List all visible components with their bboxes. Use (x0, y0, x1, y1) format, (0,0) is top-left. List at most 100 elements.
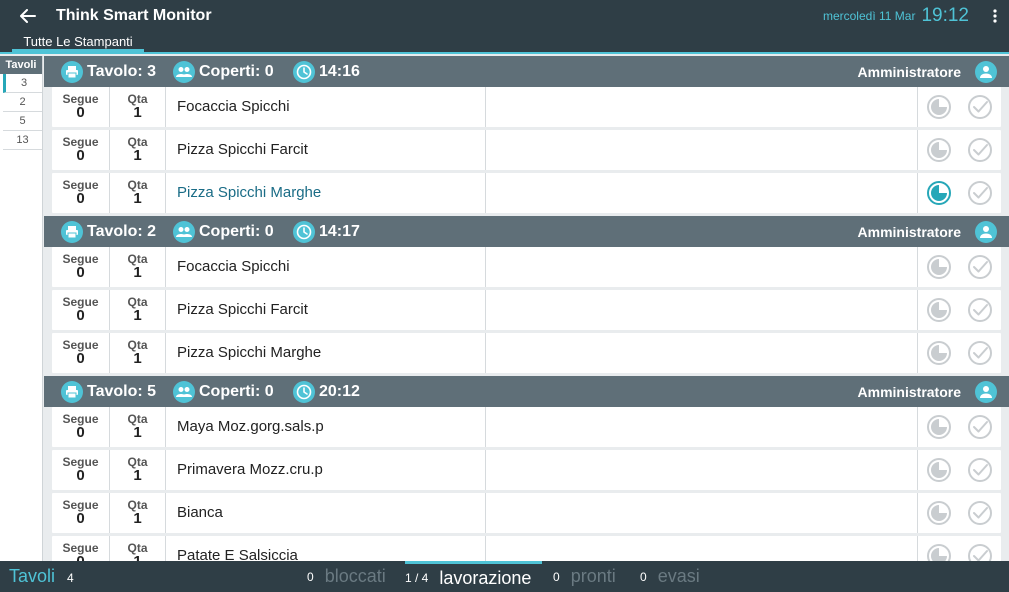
sidebar-item-table[interactable]: 2 (3, 93, 42, 112)
tab-count: 0 (640, 569, 647, 584)
order-header: Tavolo: 5 Coperti: 0 20:12 Amministratore (44, 376, 1009, 407)
order-item[interactable]: Segue 0 Qta 1 Primavera Mozz.cru.p (52, 450, 1001, 490)
person-icon (975, 380, 997, 403)
clock-icon (293, 380, 315, 403)
tab-all-printers[interactable]: Tutte Le Stampanti (12, 34, 144, 52)
covers-info: Coperti: 0 (173, 220, 274, 243)
more-vertical-icon (993, 9, 997, 23)
tab-evasi[interactable]: 0 evasi (640, 561, 700, 592)
item-actions (917, 407, 1001, 447)
order-time: 14:17 (319, 222, 360, 240)
table-label: Tavolo: 2 (87, 222, 157, 240)
qta-column: Qta1 (110, 536, 166, 561)
top-right: mercoledì 11 Mar 19:12 (823, 0, 1009, 32)
item-name: Primavera Mozz.cru.p (166, 450, 486, 490)
covers-info: Coperti: 0 (173, 60, 274, 83)
clock-progress-icon[interactable] (925, 93, 953, 121)
segue-value: 0 (76, 147, 85, 164)
check-circle-icon[interactable] (966, 456, 994, 484)
tab-label: evasi (657, 566, 700, 586)
table-info: Tavolo: 2 (61, 220, 157, 243)
overflow-menu-button[interactable] (981, 0, 1009, 32)
segue-value: 0 (76, 424, 85, 441)
back-button[interactable] (0, 0, 56, 32)
qta-column: Qta1 (110, 247, 166, 287)
printer-icon (61, 220, 83, 243)
order-item[interactable]: Segue 0 Qta 1 Pizza Spicchi Farcit (52, 130, 1001, 170)
tab-pronti[interactable]: 0 pronti (553, 561, 616, 592)
segue-value: 0 (76, 554, 84, 562)
order-item[interactable]: Segue0Qta1Patate E Salsiccia (52, 536, 1001, 561)
segue-value: 0 (76, 467, 85, 484)
user-name: Amministratore (857, 63, 961, 80)
order-item[interactable]: Segue 0 Qta 1 Pizza Spicchi Marghe (52, 333, 1001, 373)
sidebar-title: Tavoli (0, 56, 42, 74)
table-info: Tavolo: 5 (61, 380, 157, 403)
order-time: 14:16 (319, 62, 360, 80)
clock-progress-icon[interactable] (925, 413, 953, 441)
item-name: Pizza Spicchi Farcit (166, 290, 486, 330)
check-circle-icon[interactable] (966, 296, 994, 324)
check-circle-icon[interactable] (966, 136, 994, 164)
app-title: Think Smart Monitor (56, 7, 212, 24)
item-actions (917, 130, 1001, 170)
qta-value: 1 (133, 104, 142, 121)
segue-column: Segue0 (52, 333, 110, 373)
clock-progress-icon[interactable] (925, 339, 953, 367)
item-name: Pizza Spicchi Marghe (166, 173, 486, 213)
bottom-tables-button[interactable]: Tavoli (9, 566, 55, 587)
qta-column: Qta1 (110, 333, 166, 373)
user-info: Amministratore (857, 60, 997, 83)
sidebar-item-table[interactable]: 13 (3, 131, 42, 150)
current-time: 19:12 (921, 5, 969, 26)
order-item[interactable]: Segue 0 Qta 1 Pizza Spicchi Farcit (52, 290, 1001, 330)
time-info: 14:17 (293, 220, 360, 243)
order-time: 20:12 (319, 382, 360, 400)
segue-column: Segue0 (52, 450, 110, 490)
current-date: mercoledì 11 Mar (822, 9, 916, 23)
segue-value: 0 (76, 104, 85, 121)
clock-progress-icon[interactable] (925, 499, 953, 527)
clock-progress-icon[interactable] (925, 296, 953, 324)
check-circle-icon[interactable] (966, 93, 994, 121)
item-actions (917, 247, 1001, 287)
tab-count: 1 / 4 (405, 571, 429, 585)
user-name: Amministratore (857, 223, 961, 240)
sidebar-list: 3 2 5 13 (0, 74, 42, 150)
sidebar-item-table[interactable]: 3 (3, 74, 42, 93)
person-icon (975, 220, 997, 243)
qta-column: Qta1 (110, 407, 166, 447)
order-item[interactable]: Segue 0 Qta 1 Maya Moz.gorg.sals.p (52, 407, 1001, 447)
segue-value: 0 (76, 264, 85, 281)
sidebar-item-table[interactable]: 5 (3, 112, 42, 131)
qta-column: Qta1 (110, 87, 166, 127)
order-item[interactable]: Segue 0 Qta 1 Focaccia Spicchi (52, 247, 1001, 287)
check-circle-icon[interactable] (966, 339, 994, 367)
clock-progress-icon[interactable] (925, 253, 953, 281)
qta-column: Qta1 (110, 173, 166, 213)
covers-label: Coperti: 0 (199, 62, 274, 80)
tab-label: lavorazione (439, 567, 532, 588)
time-info: 20:12 (293, 380, 360, 403)
check-circle-icon[interactable] (966, 253, 994, 281)
tables-sidebar: Tavoli 3 2 5 13 (0, 56, 43, 561)
check-circle-icon[interactable] (966, 179, 994, 207)
table-label: Tavolo: 5 (87, 382, 157, 400)
clock-progress-icon[interactable] (925, 179, 953, 207)
order-item[interactable]: Segue 0 Qta 1 Pizza Spicchi Marghe (52, 173, 1001, 213)
check-circle-icon[interactable] (966, 499, 994, 527)
people-icon (173, 220, 195, 243)
order-item[interactable]: Segue 0 Qta 1 Focaccia Spicchi (52, 87, 1001, 127)
segue-column: Segue0 (52, 130, 110, 170)
printer-icon (61, 380, 83, 403)
order-item[interactable]: Segue 0 Qta 1 Bianca (52, 493, 1001, 533)
clock-progress-icon[interactable] (925, 456, 953, 484)
tab-bloccati[interactable]: 0 bloccati (307, 561, 386, 592)
orders-list[interactable]: Tavolo: 3 Coperti: 0 14:16 Amministratore Se… (44, 56, 1009, 561)
clock-progress-icon[interactable] (925, 136, 953, 164)
qta-value: 1 (133, 350, 142, 367)
tab-lavorazione[interactable]: 1 / 4 lavorazione (405, 561, 542, 592)
check-circle-icon[interactable] (966, 413, 994, 441)
check-circle-icon[interactable] (966, 542, 994, 561)
clock-progress-icon[interactable] (925, 542, 953, 561)
